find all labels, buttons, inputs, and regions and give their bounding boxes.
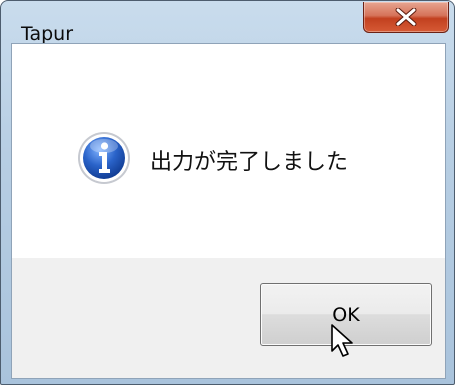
- close-button[interactable]: [363, 2, 449, 33]
- ok-button[interactable]: OK: [260, 283, 432, 346]
- ok-button-label: OK: [332, 304, 360, 326]
- dialog-client-area: 出力が完了しました OK: [11, 43, 446, 379]
- title-bar[interactable]: Tapur: [1, 1, 454, 45]
- message-text: 出力が完了しました: [150, 150, 349, 175]
- window-title: Tapur: [21, 23, 74, 45]
- message-box-window: Tapur 出力が完了しました OK: [0, 0, 455, 385]
- message-area: 出力が完了しました: [12, 44, 445, 258]
- close-icon: [395, 8, 417, 26]
- information-icon: [78, 132, 130, 184]
